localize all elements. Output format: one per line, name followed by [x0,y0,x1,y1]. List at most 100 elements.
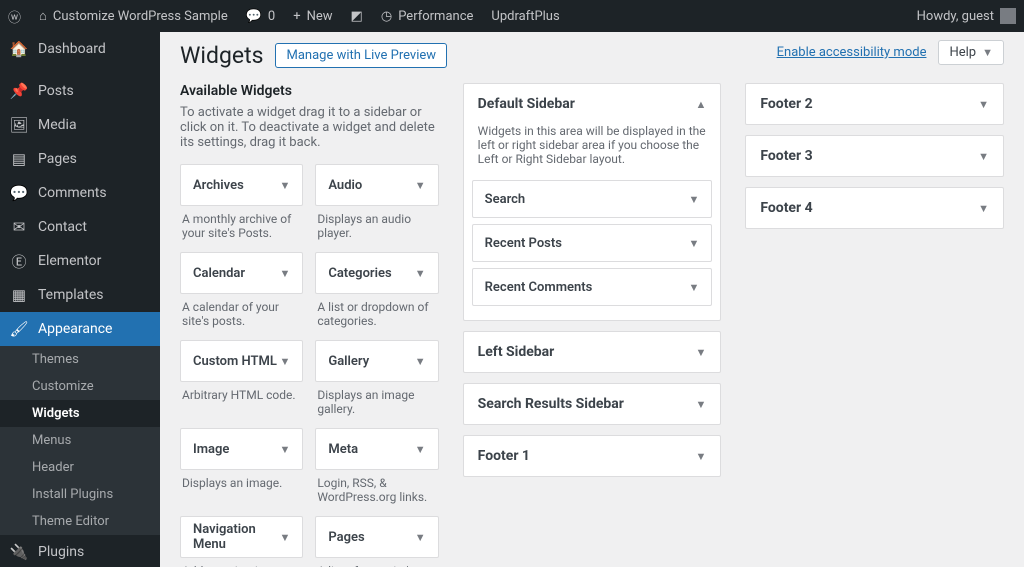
chevron-down-icon: ▼ [415,267,426,280]
widget-box[interactable]: Navigation Menu▼ [180,516,303,558]
widget-area-header[interactable]: Default Sidebar▲ [464,84,721,124]
menu-label: Posts [38,83,74,99]
widget-box[interactable]: Pages ▼ [315,516,438,558]
accessibility-link[interactable]: Enable accessibility mode [777,45,927,60]
widget-desc: Displays an image gallery. [315,382,438,420]
widget-area-header[interactable]: Footer 1▼ [464,436,721,476]
menu-label: Templates [38,287,104,303]
menu-media[interactable]: 🖼Media [0,108,160,142]
inner-widget[interactable]: Recent Comments ▼ [472,268,713,306]
site-name: Customize WordPress Sample [53,9,228,24]
pin-icon: 📌 [10,82,28,100]
help-label: Help [949,45,976,60]
widget-box[interactable]: Archives▼ [180,164,303,206]
widget-box[interactable]: Image▼ [180,428,303,470]
sub-install-plugins[interactable]: Install Plugins [0,481,160,508]
menu-label: Contact [38,219,87,235]
widget-desc: Login, RSS, & WordPress.org links. [315,470,438,508]
sub-header[interactable]: Header [0,454,160,481]
new-link[interactable]: + New [293,9,332,24]
comments-link[interactable]: 💬 0 [246,9,276,24]
menu-posts[interactable]: 📌 Posts [0,74,160,108]
chevron-down-icon: ▼ [279,531,290,544]
widget-box[interactable]: Audio▼ [315,164,438,206]
menu-plugins[interactable]: 🔌Plugins [0,535,160,567]
widget-area-header[interactable]: Left Sidebar▼ [464,332,721,372]
widget-desc: A calendar of your site's posts. [180,294,303,332]
available-widgets-hint: To activate a widget drag it to a sideba… [180,105,439,150]
menu-elementor[interactable]: ⒺElementor [0,244,160,278]
chevron-down-icon: ▼ [688,281,699,294]
sub-menus[interactable]: Menus [0,427,160,454]
submenu-appearance: Themes Customize Widgets Menus Header In… [0,346,160,535]
admin-bar-right: Howdy, guest [917,8,1016,24]
sub-theme-editor[interactable]: Theme Editor [0,508,160,535]
available-widget: Categories▼A list or dropdown of categor… [315,252,438,332]
inner-widget[interactable]: Search▼ [472,180,713,218]
menu-comments[interactable]: 💬 Comments [0,176,160,210]
elementor-icon: Ⓔ [10,252,28,270]
widget-area-header[interactable]: Search Results Sidebar ▼ [464,384,721,424]
chevron-down-icon: ▼ [415,531,426,544]
help-tab[interactable]: Help ▼ [938,40,1004,65]
sub-widgets[interactable]: Widgets [0,400,160,427]
admin-bar-left: ⓦ ⌂ Customize WordPress Sample 💬 0 + New… [8,7,560,26]
home-icon: ⌂ [39,8,47,24]
avatar [1000,8,1016,24]
templates-icon: ▦ [10,286,28,304]
menu-dashboard[interactable]: 🏠Dashboard [0,32,160,66]
menu-label: Comments [38,185,107,201]
widget-area: Footer 4▼ [745,187,1004,229]
areas-column-2: Footer 2▼Footer 3▼Footer 4▼ [745,83,1004,567]
widget-box[interactable]: Meta▼ [315,428,438,470]
widget-box[interactable]: Gallery▼ [315,340,438,382]
perf-link[interactable]: ◷ Performance [381,9,474,24]
howdy-link[interactable]: Howdy, guest [917,8,1016,24]
widget-area: Footer 1▼ [463,435,722,477]
widget-desc: Displays an audio player. [315,206,438,244]
widget-name: Custom HTML [193,354,277,369]
new-label: New [307,9,333,24]
sub-themes[interactable]: Themes [0,346,160,373]
widget-box[interactable]: Categories▼ [315,252,438,294]
widget-area-title: Footer 3 [760,148,812,164]
chevron-down-icon: ▼ [695,398,706,411]
updraft-link[interactable]: UpdraftPlus [491,9,559,24]
widget-box[interactable]: Custom HTML▼ [180,340,303,382]
inner-widget-title: Recent Comments [485,280,593,295]
widget-area-title: Left Sidebar [478,344,555,360]
widget-desc: A monthly archive of your site's Posts. [180,206,303,244]
available-widget: Meta▼Login, RSS, & WordPress.org links. [315,428,438,508]
inner-widget[interactable]: Recent Posts▼ [472,224,713,262]
widget-area-title: Search Results Sidebar [478,396,624,412]
widget-area-header[interactable]: Footer 3▼ [746,136,1003,176]
widget-area: Footer 3▼ [745,135,1004,177]
widget-area-header[interactable]: Footer 4▼ [746,188,1003,228]
site-link[interactable]: ⌂ Customize WordPress Sample [39,8,228,24]
top-right-controls: Enable accessibility mode Help ▼ [777,40,1004,65]
chevron-down-icon: ▼ [279,179,290,192]
widget-name: Pages [328,530,364,545]
menu-appearance[interactable]: 🖌Appearance [0,312,160,346]
available-widget: Audio▼Displays an audio player. [315,164,438,244]
comment-icon: 💬 [10,184,28,202]
menu-contact[interactable]: ✉Contact [0,210,160,244]
sub-customize[interactable]: Customize [0,373,160,400]
menu-pages[interactable]: ▤Pages [0,142,160,176]
gauge-icon: ◷ [381,9,392,24]
wp-logo-icon[interactable]: ⓦ [8,7,21,26]
widget-area-header[interactable]: Footer 2▼ [746,84,1003,124]
available-widget: Image▼Displays an image. [180,428,303,508]
admin-bar: ⓦ ⌂ Customize WordPress Sample 💬 0 + New… [0,0,1024,32]
widget-name: Calendar [193,266,245,281]
chevron-down-icon: ▼ [982,46,993,59]
menu-templates[interactable]: ▦ Templates [0,278,160,312]
chevron-down-icon: ▼ [978,98,989,111]
live-preview-button[interactable]: Manage with Live Preview [275,43,447,68]
widget-name: Gallery [328,354,369,369]
smush-icon[interactable]: ◩ [351,9,363,24]
plugin-icon: 🔌 [10,543,28,561]
available-widgets-heading: Available Widgets [180,83,439,99]
widget-box[interactable]: Calendar▼ [180,252,303,294]
widget-desc: Displays an image. [180,470,303,494]
